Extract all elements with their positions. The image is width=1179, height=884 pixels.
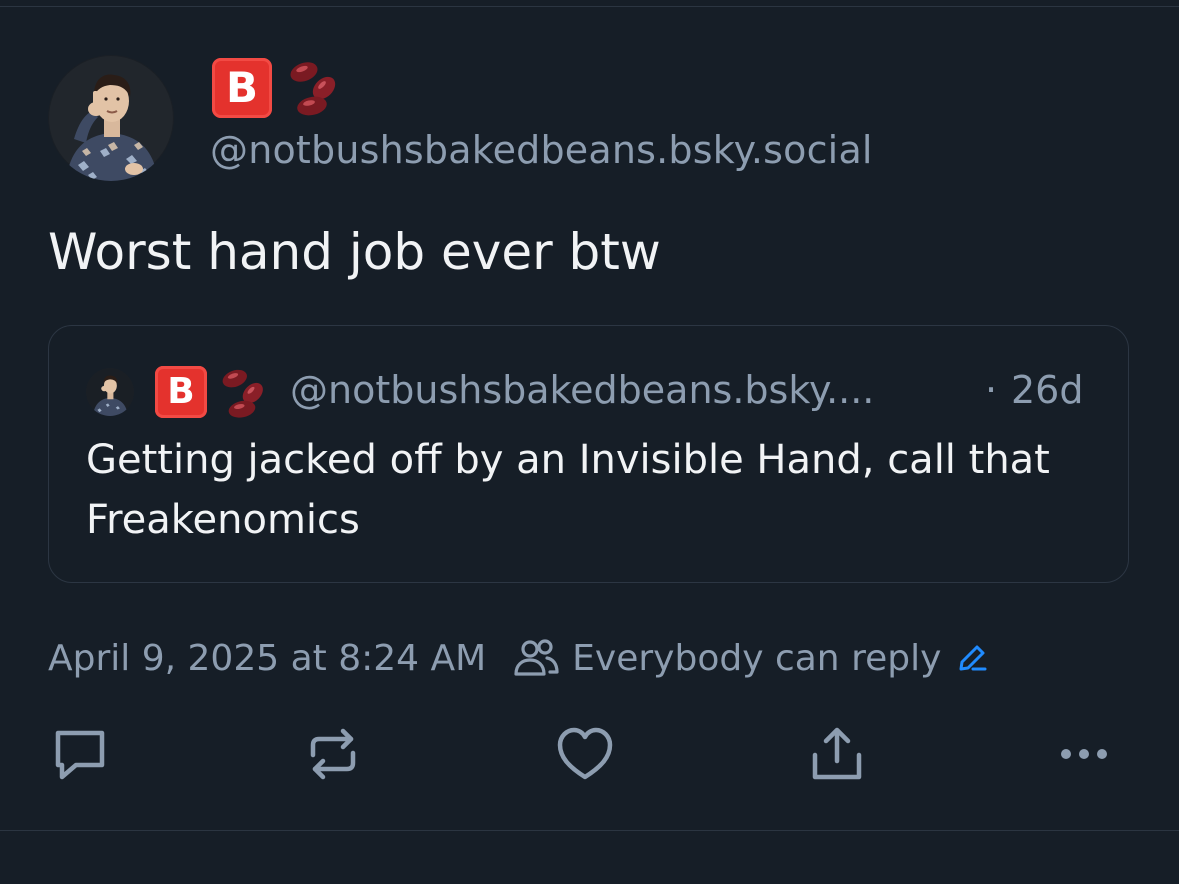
- quoted-beans-emoji-icon: [222, 369, 263, 418]
- quoted-b-button-emoji: B: [155, 366, 207, 418]
- repost-button[interactable]: [301, 722, 365, 786]
- quoted-post-card[interactable]: B @notbushsbakedbeans.bsky.... · 26d Get…: [48, 325, 1129, 583]
- quoted-author-avatar[interactable]: [86, 368, 134, 416]
- more-icon: [1061, 749, 1107, 759]
- bottom-divider: [0, 830, 1179, 831]
- post-thread-view: B @notbushsbakedbeans.bsky.social Worst …: [0, 0, 1179, 884]
- beans-emoji-icon: [290, 62, 336, 116]
- share-icon: [812, 727, 862, 780]
- reply-button[interactable]: [48, 722, 112, 786]
- top-divider: [0, 6, 1179, 7]
- reply-setting-link[interactable]: Everybody can reply: [572, 638, 941, 679]
- quoted-separator: ·: [985, 368, 998, 412]
- more-options-button[interactable]: [1052, 722, 1116, 786]
- author-display-name[interactable]: B: [212, 58, 342, 118]
- like-button[interactable]: [553, 722, 617, 786]
- heart-icon: [557, 727, 613, 780]
- quoted-post-text: Getting jacked off by an Invisible Hand,…: [86, 437, 1050, 543]
- author-avatar[interactable]: [48, 55, 174, 181]
- post-text: Worst hand job ever btw: [48, 223, 661, 281]
- author-handle[interactable]: @notbushsbakedbeans.bsky.social: [210, 128, 873, 172]
- reply-icon: [55, 730, 105, 780]
- post-meta-row: April 9, 2025 at 8:24 AM Everybody can r…: [48, 630, 989, 686]
- post-timestamp: April 9, 2025 at 8:24 AM: [48, 637, 487, 679]
- quoted-author-handle[interactable]: @notbushsbakedbeans.bsky....: [290, 368, 874, 412]
- share-button[interactable]: [805, 722, 869, 786]
- pencil-icon[interactable]: [955, 641, 989, 675]
- b-button-emoji: B: [212, 58, 272, 118]
- quoted-relative-time[interactable]: 26d: [1011, 368, 1083, 412]
- post-action-bar: [0, 722, 1179, 786]
- people-icon: [514, 639, 559, 676]
- repost-icon: [310, 728, 356, 780]
